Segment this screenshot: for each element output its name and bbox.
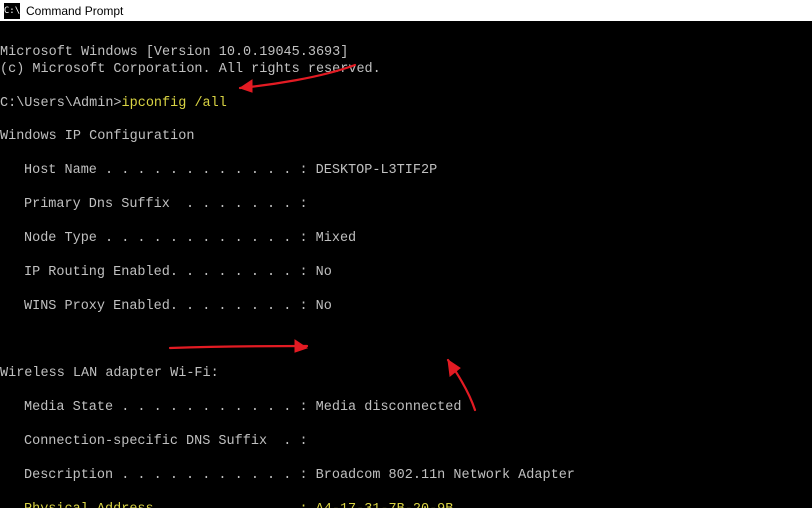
config-label: Description . . . . . . . . . . . :	[24, 468, 308, 483]
command-text: ipconfig /all	[122, 96, 227, 111]
config-value: Media disconnected	[308, 400, 462, 415]
config-row: IP Routing Enabled. . . . . . . . : No	[0, 265, 812, 282]
window-titlebar[interactable]: C:\ Command Prompt	[0, 0, 812, 22]
config-row: Connection-specific DNS Suffix . :	[0, 434, 812, 451]
prompt-path: C:\Users\Admin>	[0, 96, 122, 111]
config-row: WINS Proxy Enabled. . . . . . . . : No	[0, 299, 812, 316]
blank-line	[0, 349, 8, 364]
blank-line	[0, 112, 8, 127]
config-value: A4-17-31-7B-20-9B	[308, 502, 454, 508]
config-row: Physical Address. . . . . . . . . : A4-1…	[0, 502, 812, 508]
config-label: Connection-specific DNS Suffix . :	[24, 434, 308, 449]
config-label: IP Routing Enabled. . . . . . . . :	[24, 265, 308, 280]
config-row: Primary Dns Suffix . . . . . . . :	[0, 197, 812, 214]
config-value: DESKTOP-L3TIF2P	[308, 163, 438, 178]
config-row: Host Name . . . . . . . . . . . . : DESK…	[0, 163, 812, 180]
config-row: Media State . . . . . . . . . . . : Medi…	[0, 400, 812, 417]
banner-line: (c) Microsoft Corporation. All rights re…	[0, 62, 381, 77]
config-label: Node Type . . . . . . . . . . . . :	[24, 231, 308, 246]
prompt-line: C:\Users\Admin>ipconfig /all	[0, 96, 227, 111]
terminal-output[interactable]: Microsoft Windows [Version 10.0.19045.36…	[0, 22, 812, 508]
config-label: Primary Dns Suffix . . . . . . . :	[24, 197, 308, 212]
config-row: Description . . . . . . . . . . . : Broa…	[0, 468, 812, 485]
blank-line	[0, 146, 8, 161]
section-header: Windows IP Configuration	[0, 129, 194, 144]
config-value: No	[308, 299, 332, 314]
adapter-heading: Wireless LAN adapter Wi-Fi:	[0, 366, 219, 381]
config-label: Media State . . . . . . . . . . . :	[24, 400, 308, 415]
banner-line: Microsoft Windows [Version 10.0.19045.36…	[0, 45, 348, 60]
config-label: Host Name . . . . . . . . . . . . :	[24, 163, 308, 178]
config-value: Mixed	[308, 231, 357, 246]
config-row: Node Type . . . . . . . . . . . . : Mixe…	[0, 231, 812, 248]
window-title: Command Prompt	[26, 4, 123, 18]
config-value: Broadcom 802.11n Network Adapter	[308, 468, 575, 483]
config-label: Physical Address. . . . . . . . . :	[24, 502, 308, 508]
config-value: No	[308, 265, 332, 280]
blank-line	[0, 383, 8, 398]
cmd-icon: C:\	[4, 3, 20, 19]
config-label: WINS Proxy Enabled. . . . . . . . :	[24, 299, 308, 314]
blank-line	[0, 79, 8, 94]
